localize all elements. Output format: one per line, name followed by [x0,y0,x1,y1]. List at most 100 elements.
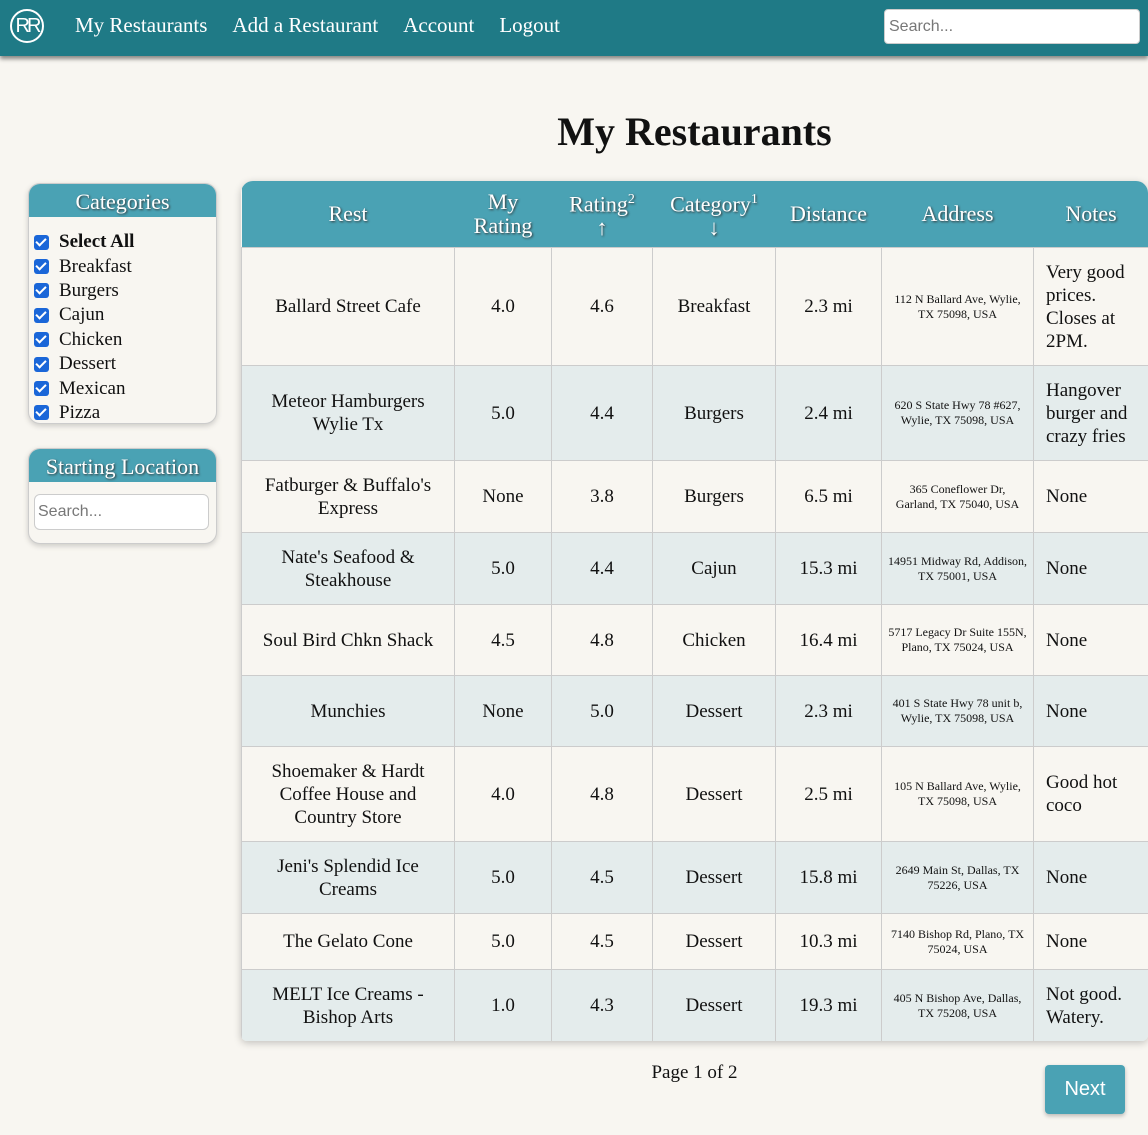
distance-cell: 10.3 mi [775,913,882,970]
next-page-button[interactable]: Next [1045,1065,1125,1114]
table-row[interactable]: Shoemaker & Hardt Coffee House and Count… [241,746,1148,842]
nav-search-input[interactable] [884,9,1140,44]
my-rating-cell: 5.0 [454,532,552,605]
checkbox[interactable] [34,381,49,397]
category-item-burgers[interactable]: Burgers [34,279,216,303]
address-cell: 14951 Midway Rd, Addison, TX 75001, USA [881,532,1034,605]
page-title: My Restaurants [557,109,832,154]
address-cell: 7140 Bishop Rd, Plano, TX 75024, USA [881,913,1034,970]
nav-link-add-restaurant[interactable]: Add a Restaurant [232,13,378,38]
category-item-chicken[interactable]: Chicken [34,328,216,352]
rest-cell: MELT Ice Creams - Bishop Arts [241,969,455,1041]
table-header-row: Rest My Rating Rating2 ↑ Category1 ↓ Distan… [241,181,1148,248]
category-cell: Burgers [652,365,776,461]
address-cell: 405 N Bishop Ave, Dallas, TX 75208, USA [881,969,1034,1041]
category-cell: Dessert [652,841,776,914]
rest-cell: Munchies [241,675,455,747]
category-cell: Chicken [652,604,776,676]
notes-cell: Very good prices. Closes at 2PM. [1033,247,1148,366]
table-row[interactable]: Nate's Seafood & Steakhouse 5.0 4.4 Cajun 15… [241,532,1148,605]
table-row[interactable]: Munchies None 5.0 Dessert 2.3 mi 401 S State … [241,675,1148,747]
my-rating-cell: 4.5 [454,604,552,676]
address-cell: 5717 Legacy Dr Suite 155N, Plano, TX 750… [881,604,1034,676]
logo-icon[interactable]: RR [10,9,44,43]
notes-cell: None [1033,841,1148,914]
checkbox[interactable] [34,283,49,299]
notes-cell: None [1033,913,1148,970]
my-rating-cell: 4.0 [454,247,552,366]
nav-links: My Restaurants Add a Restaurant Account … [75,13,585,38]
checkbox[interactable] [34,234,49,250]
category-item-mexican[interactable]: Mexican [34,376,216,400]
rating-cell: 4.5 [551,841,653,914]
my-rating-cell: 1.0 [454,969,552,1041]
category-label: Mexican [59,377,126,399]
restaurants-table-container: Rest My Rating Rating2 ↑ Category1 ↓ Distan… [241,181,1148,1041]
column-header-my-rating[interactable]: My Rating [454,181,552,248]
checkbox[interactable] [34,356,49,372]
checkbox[interactable] [34,332,49,348]
starting-location-panel: Starting Location [28,448,217,544]
notes-cell: None [1033,675,1148,747]
column-header-address[interactable]: Address [881,181,1034,248]
category-item-dessert[interactable]: Dessert [34,352,216,376]
category-label: Pizza [59,401,101,423]
category-cell: Cajun [652,532,776,605]
column-header-notes[interactable]: Notes [1033,181,1148,248]
column-header-rest[interactable]: Rest [241,181,455,248]
starting-location-search-input[interactable] [34,494,209,530]
notes-cell: Good hot coco [1033,746,1148,842]
notes-cell: Not good. Watery. [1033,969,1148,1041]
rating-cell: 4.8 [551,604,653,676]
rating-cell: 3.8 [551,460,653,533]
nav-link-my-restaurants[interactable]: My Restaurants [75,13,207,38]
category-cell: Dessert [652,746,776,842]
my-rating-cell: 5.0 [454,365,552,461]
my-rating-cell: 4.0 [454,746,552,842]
my-rating-cell: None [454,675,552,747]
table-row[interactable]: Soul Bird Chkn Shack 4.5 4.8 Chicken 16.4 mi… [241,604,1148,676]
rating-cell: 4.4 [551,365,653,461]
distance-cell: 2.5 mi [775,746,882,842]
checkbox[interactable] [34,307,49,323]
notes-cell: Hangover burger and crazy fries [1033,365,1148,461]
table-row[interactable]: Ballard Street Cafe 4.0 4.6 Breakfast 2.3 mi… [241,247,1148,366]
column-header-category[interactable]: Category1 ↓ [652,181,776,248]
sort-up-icon: ↑ [596,215,608,241]
nav-link-account[interactable]: Account [403,13,474,38]
address-cell: 620 S State Hwy 78 #627, Wylie, TX 75098… [881,365,1034,461]
category-item-select-all[interactable]: Select All [34,230,216,254]
category-cell: Dessert [652,913,776,970]
categories-header: Categories [29,184,216,217]
starting-location-header: Starting Location [29,449,216,482]
column-header-distance[interactable]: Distance [775,181,882,248]
rest-cell: Shoemaker & Hardt Coffee House and Count… [241,746,455,842]
distance-cell: 2.3 mi [775,247,882,366]
category-cell: Burgers [652,460,776,533]
nav-link-logout[interactable]: Logout [499,13,560,38]
category-item-cajun[interactable]: Cajun [34,303,216,327]
distance-cell: 6.5 mi [775,460,882,533]
rating-cell: 5.0 [551,675,653,747]
address-cell: 112 N Ballard Ave, Wylie, TX 75098, USA [881,247,1034,366]
checkbox[interactable] [34,405,49,421]
rest-cell: The Gelato Cone [241,913,455,970]
table-row[interactable]: The Gelato Cone 5.0 4.5 Dessert 10.3 mi 7140 … [241,913,1148,970]
top-navbar: RR My Restaurants Add a Restaurant Accou… [0,0,1148,56]
category-item-pizza[interactable]: Pizza [34,401,216,423]
table-row[interactable]: Fatburger & Buffalo's Express None 3.8 Burg… [241,460,1148,533]
category-label: Burgers [59,279,119,301]
table-row[interactable]: Meteor Hamburgers Wylie Tx 5.0 4.4 Burgers 2… [241,365,1148,461]
sort-down-icon: ↓ [708,215,720,241]
category-label: Dessert [59,353,116,375]
category-label: Breakfast [59,255,132,277]
rating-cell: 4.3 [551,969,653,1041]
my-rating-cell: 5.0 [454,913,552,970]
table-row[interactable]: MELT Ice Creams - Bishop Arts 1.0 4.3 Desse… [241,969,1148,1041]
distance-cell: 2.3 mi [775,675,882,747]
rating-cell: 4.8 [551,746,653,842]
checkbox[interactable] [34,259,49,275]
category-item-breakfast[interactable]: Breakfast [34,254,216,278]
column-header-rating[interactable]: Rating2 ↑ [551,181,653,248]
table-row[interactable]: Jeni's Splendid Ice Creams 5.0 4.5 Dessert 1… [241,841,1148,914]
